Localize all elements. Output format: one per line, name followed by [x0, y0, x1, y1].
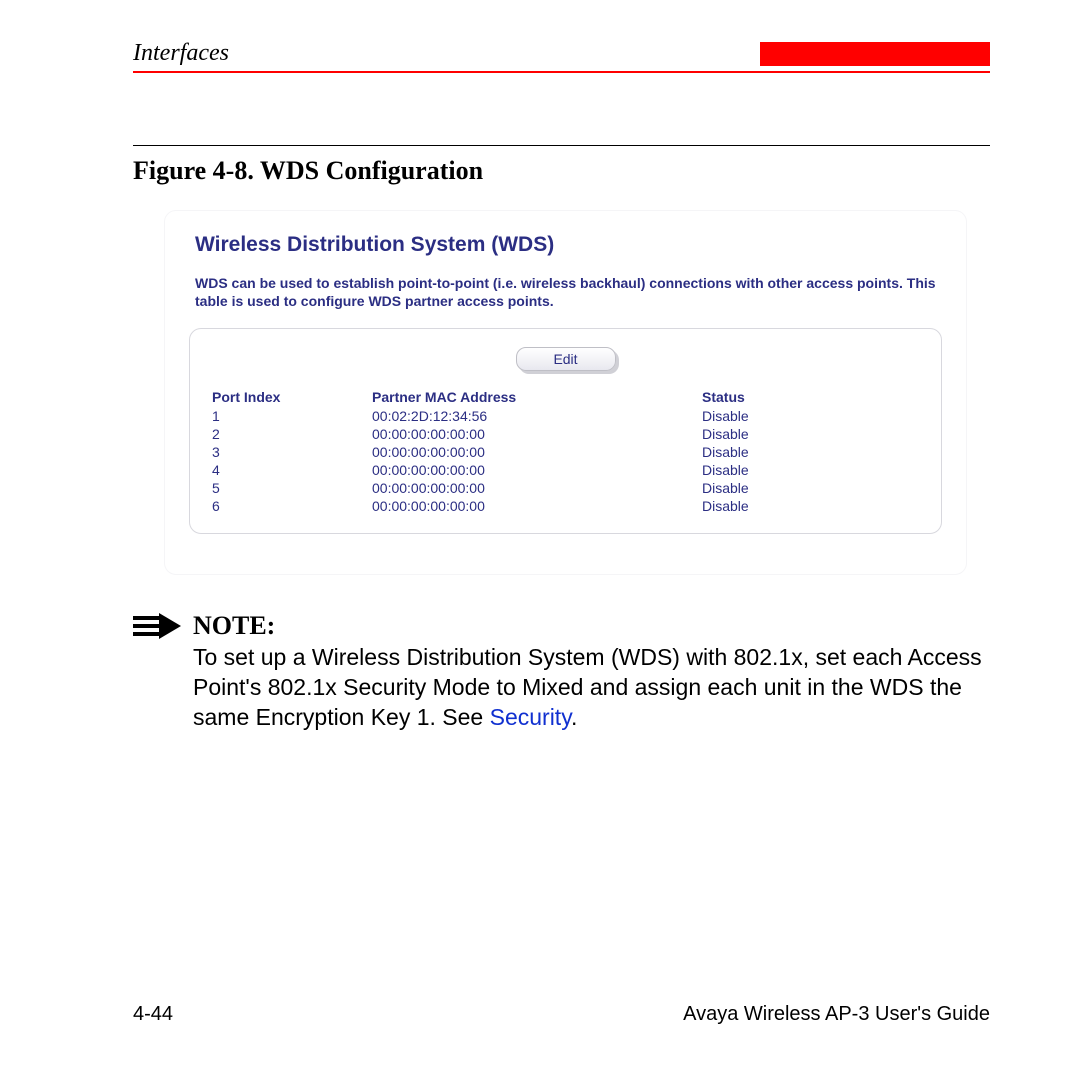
- note-body-pre: To set up a Wireless Distribution System…: [193, 644, 982, 730]
- document-page: Interfaces Figure 4-8. WDS Configuration…: [0, 0, 1080, 1080]
- table-row: 1 00:02:2D:12:34:56 Disable: [212, 407, 919, 425]
- table-row: 2 00:00:00:00:00:00 Disable: [212, 425, 919, 443]
- section-title: Interfaces: [133, 40, 229, 67]
- page-header: Interfaces: [110, 40, 990, 67]
- cell-status: Disable: [702, 426, 802, 442]
- cell-mac: 00:02:2D:12:34:56: [372, 408, 702, 424]
- cell-port: 3: [212, 444, 372, 460]
- note-body-post: .: [571, 704, 577, 730]
- cell-mac: 00:00:00:00:00:00: [372, 462, 702, 478]
- cell-status: Disable: [702, 480, 802, 496]
- edit-button-row: Edit: [212, 347, 919, 371]
- guide-title: Avaya Wireless AP-3 User's Guide: [683, 1003, 990, 1026]
- wds-title: Wireless Distribution System (WDS): [195, 233, 942, 257]
- cell-port: 2: [212, 426, 372, 442]
- cell-status: Disable: [702, 462, 802, 478]
- cell-mac: 00:00:00:00:00:00: [372, 426, 702, 442]
- table-row: 5 00:00:00:00:00:00 Disable: [212, 479, 919, 497]
- edit-button[interactable]: Edit: [516, 347, 616, 371]
- note-body: To set up a Wireless Distribution System…: [193, 643, 990, 733]
- table-header: Port Index Partner MAC Address Status: [212, 387, 919, 407]
- table-row: 4 00:00:00:00:00:00 Disable: [212, 461, 919, 479]
- cell-mac: 00:00:00:00:00:00: [372, 444, 702, 460]
- col-mac-header: Partner MAC Address: [372, 389, 702, 405]
- wds-screenshot-panel: Wireless Distribution System (WDS) WDS c…: [164, 210, 967, 575]
- col-status-header: Status: [702, 389, 802, 405]
- page-number: 4-44: [133, 1003, 173, 1026]
- cell-mac: 00:00:00:00:00:00: [372, 498, 702, 514]
- figure-caption: Figure 4-8. WDS Configuration: [110, 156, 990, 186]
- table-row: 6 00:00:00:00:00:00 Disable: [212, 497, 919, 515]
- figure-rule: [133, 145, 990, 146]
- note-label: NOTE:: [193, 611, 990, 641]
- cell-port: 6: [212, 498, 372, 514]
- header-accent-bar: [760, 42, 990, 66]
- wds-table-panel: Edit Port Index Partner MAC Address Stat…: [189, 328, 942, 534]
- cell-mac: 00:00:00:00:00:00: [372, 480, 702, 496]
- wds-table: Port Index Partner MAC Address Status 1 …: [212, 387, 919, 515]
- security-link[interactable]: Security: [490, 704, 571, 730]
- cell-status: Disable: [702, 444, 802, 460]
- note-block: NOTE: To set up a Wireless Distribution …: [133, 611, 990, 733]
- cell-port: 4: [212, 462, 372, 478]
- page-footer: 4-44 Avaya Wireless AP-3 User's Guide: [133, 1003, 990, 1026]
- header-rule: [133, 71, 990, 73]
- wds-description: WDS can be used to establish point-to-po…: [195, 275, 936, 310]
- cell-status: Disable: [702, 408, 802, 424]
- col-port-header: Port Index: [212, 389, 372, 405]
- cell-port: 1: [212, 408, 372, 424]
- note-text: NOTE: To set up a Wireless Distribution …: [193, 611, 990, 733]
- cell-status: Disable: [702, 498, 802, 514]
- cell-port: 5: [212, 480, 372, 496]
- table-row: 3 00:00:00:00:00:00 Disable: [212, 443, 919, 461]
- note-arrow-icon: [133, 611, 193, 733]
